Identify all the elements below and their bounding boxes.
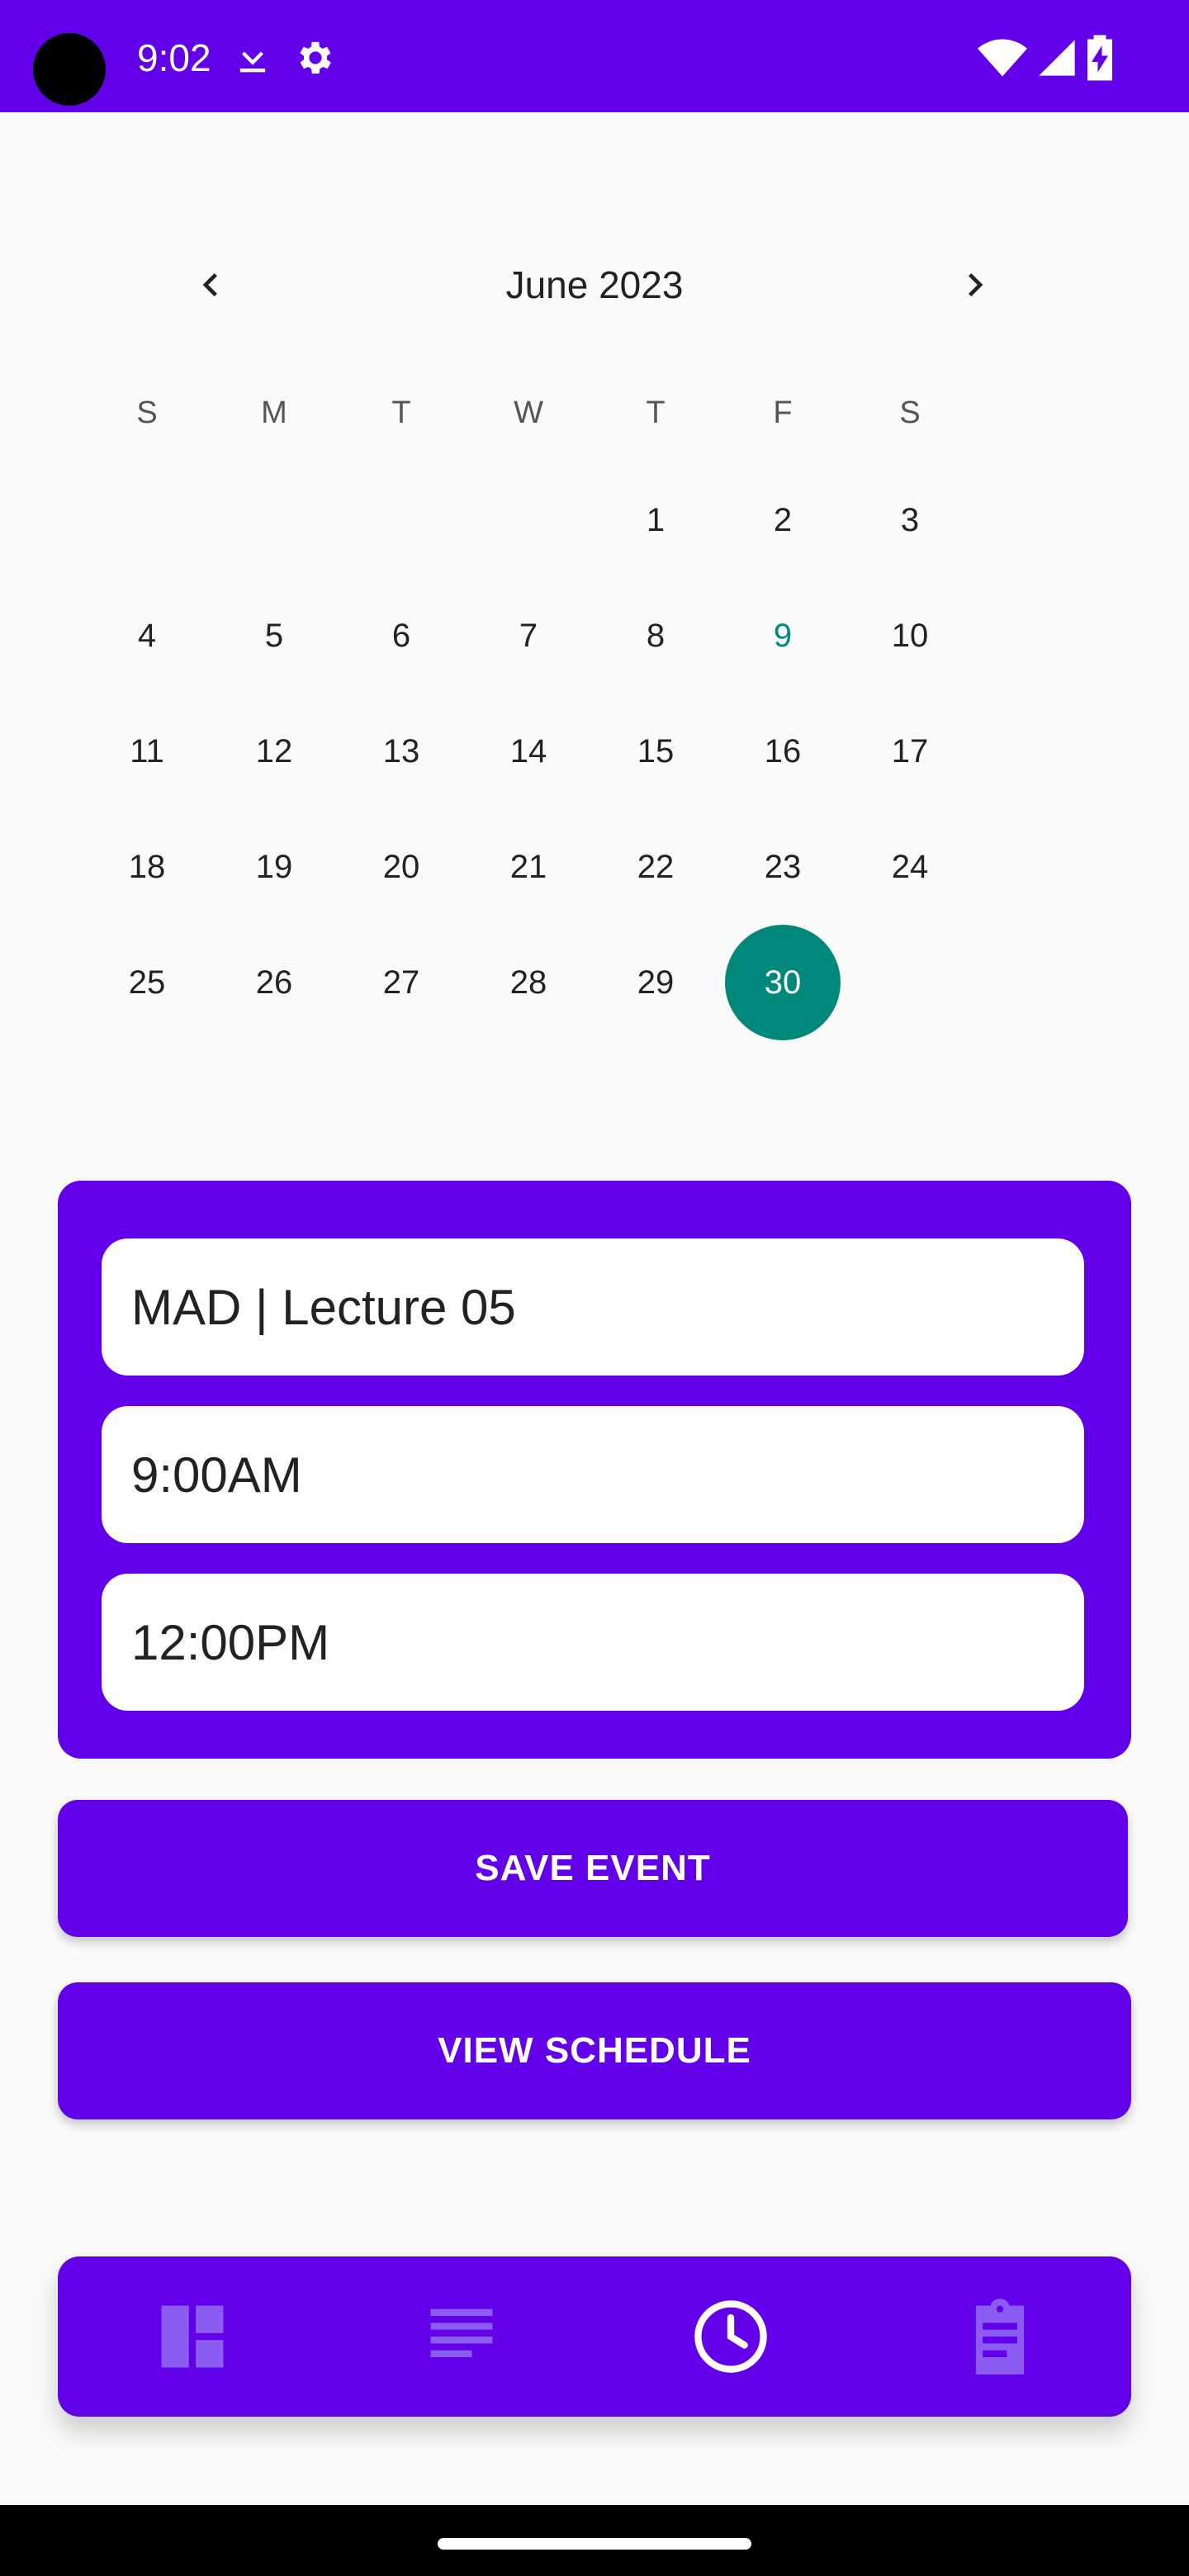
next-month-button[interactable] bbox=[946, 256, 1004, 314]
day-cell[interactable]: 7 bbox=[465, 578, 592, 694]
day-cell[interactable]: 28 bbox=[465, 925, 592, 1040]
start-time-field[interactable]: 9:00AM bbox=[102, 1406, 1084, 1543]
day-cell[interactable]: 20 bbox=[338, 809, 465, 925]
day-cell[interactable]: 2 bbox=[719, 462, 846, 578]
empty-day-cell bbox=[465, 462, 592, 578]
day-cell[interactable]: 23 bbox=[719, 809, 846, 925]
selected-day: 30 bbox=[725, 925, 841, 1040]
nav-item-list[interactable] bbox=[420, 2295, 503, 2378]
today-day-cell[interactable]: 9 bbox=[719, 578, 846, 694]
download-icon bbox=[231, 33, 274, 83]
day-cell[interactable]: 4 bbox=[83, 578, 211, 694]
event-title-field[interactable]: MAD | Lecture 05 bbox=[102, 1238, 1084, 1376]
day-cell[interactable]: 12 bbox=[211, 694, 338, 809]
empty-day-cell bbox=[338, 462, 465, 578]
day-cell[interactable]: 17 bbox=[846, 694, 973, 809]
day-cell[interactable]: 27 bbox=[338, 925, 465, 1040]
nav-item-schedule[interactable] bbox=[689, 2295, 772, 2378]
weekday-header: T bbox=[646, 395, 666, 430]
day-cell[interactable]: 3 bbox=[846, 462, 973, 578]
clock-icon bbox=[694, 2300, 767, 2373]
system-navigation-bar bbox=[0, 2505, 1189, 2576]
battery-charging-icon bbox=[1082, 33, 1118, 83]
day-cell[interactable]: 29 bbox=[592, 925, 719, 1040]
signal-icon bbox=[1035, 33, 1078, 83]
dashboard-icon bbox=[161, 2305, 224, 2368]
empty-day-cell bbox=[211, 462, 338, 578]
event-form-card: MAD | Lecture 05 9:00AM 12:00PM bbox=[58, 1181, 1131, 1759]
settings-gear-icon bbox=[294, 33, 337, 83]
weekday-header: S bbox=[899, 395, 921, 430]
weekday-header: F bbox=[773, 395, 793, 430]
day-cell[interactable]: 25 bbox=[83, 925, 211, 1040]
wifi-icon bbox=[978, 33, 1027, 83]
day-cell[interactable]: 10 bbox=[846, 578, 973, 694]
status-bar: 9:02 bbox=[0, 0, 1189, 112]
weekday-header: S bbox=[136, 395, 158, 430]
bottom-navigation bbox=[58, 2256, 1131, 2417]
day-cell[interactable]: 18 bbox=[83, 809, 211, 925]
day-cell[interactable]: 15 bbox=[592, 694, 719, 809]
previous-month-button[interactable] bbox=[182, 256, 239, 314]
status-time: 9:02 bbox=[137, 36, 211, 79]
day-cell[interactable]: 24 bbox=[846, 809, 973, 925]
nav-item-tasks[interactable] bbox=[959, 2295, 1041, 2378]
view-schedule-button[interactable]: VIEW SCHEDULE bbox=[58, 1982, 1131, 2119]
day-cell[interactable]: 5 bbox=[211, 578, 338, 694]
chevron-left-icon bbox=[202, 273, 217, 296]
day-cell[interactable]: 30 bbox=[719, 925, 846, 1040]
calendar-header: June 2023 bbox=[0, 239, 1189, 330]
empty-day-cell bbox=[83, 462, 211, 578]
list-icon bbox=[430, 2308, 493, 2357]
day-cell[interactable]: 13 bbox=[338, 694, 465, 809]
calendar-grid: S M T W T F S 1 2 3 4 5 6 7 8 9 10 11 12 13 14 15 16 17 18 19 20 21… bbox=[83, 363, 1101, 1040]
day-cell[interactable]: 6 bbox=[338, 578, 465, 694]
day-cell[interactable]: 14 bbox=[465, 694, 592, 809]
day-cell[interactable]: 19 bbox=[211, 809, 338, 925]
nav-item-dashboard[interactable] bbox=[151, 2295, 234, 2378]
chevron-right-icon bbox=[969, 273, 983, 296]
clipboard-icon bbox=[975, 2299, 1025, 2375]
day-cell[interactable]: 21 bbox=[465, 809, 592, 925]
home-gesture-handle[interactable] bbox=[438, 2538, 751, 2550]
day-cell[interactable]: 11 bbox=[83, 694, 211, 809]
empty-day-cell bbox=[846, 925, 973, 1040]
camera-cutout bbox=[33, 33, 106, 106]
weekday-header: M bbox=[261, 395, 287, 430]
end-time-field[interactable]: 12:00PM bbox=[102, 1574, 1084, 1711]
weekday-header: T bbox=[391, 395, 411, 430]
weekday-header: W bbox=[514, 395, 543, 430]
day-cell[interactable]: 16 bbox=[719, 694, 846, 809]
day-cell[interactable]: 26 bbox=[211, 925, 338, 1040]
day-cell[interactable]: 8 bbox=[592, 578, 719, 694]
month-title: June 2023 bbox=[505, 263, 684, 306]
day-cell[interactable]: 22 bbox=[592, 809, 719, 925]
day-cell[interactable]: 1 bbox=[592, 462, 719, 578]
save-event-button[interactable]: SAVE EVENT bbox=[58, 1800, 1128, 1937]
